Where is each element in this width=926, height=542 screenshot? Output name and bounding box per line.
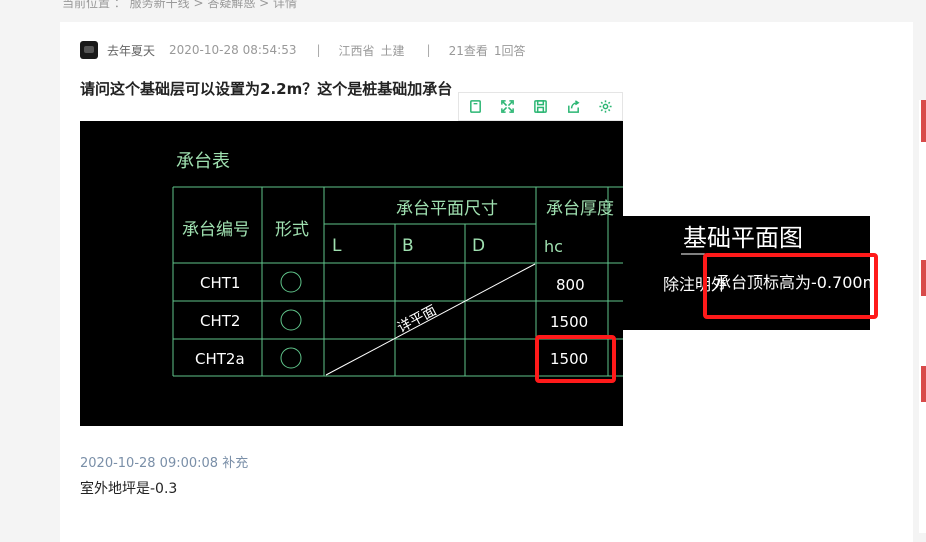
cad-header-form: 形式 [275, 220, 309, 240]
question-meta: 去年夏天 2020-10-28 08:54:53 | 江西省 土建 | 21查看… [80, 41, 526, 59]
location: 江西省 [338, 43, 375, 58]
cad-row-hc: 1500 [550, 313, 588, 331]
cad-header-size: 承台平面尺寸 [396, 199, 498, 219]
cad-header-l: L [332, 236, 342, 256]
share-icon[interactable] [562, 96, 584, 118]
post-time: 2020-10-28 08:54:53 [169, 43, 297, 57]
cad-diagonal-note: 详平面 [395, 303, 440, 337]
highlight-box-thickness [535, 335, 616, 383]
settings-icon[interactable] [595, 96, 617, 118]
save-icon[interactable] [529, 96, 551, 118]
cad-row-id: CHT1 [200, 274, 240, 292]
cad-header-d: D [472, 236, 485, 256]
overlay-title: 基础平面图 [683, 224, 803, 252]
side-marker [921, 100, 926, 142]
cad-row-id: CHT2 [200, 312, 240, 330]
cad-row-id: CHT2a [195, 350, 245, 368]
fullscreen-icon[interactable] [497, 96, 519, 118]
username-link[interactable]: 去年夏天 [107, 42, 155, 59]
question-title: 请问这个基础层可以设置为2.2m？这个是桩基础加承台 [80, 80, 453, 98]
bookmark-icon[interactable] [464, 96, 486, 118]
right-scroll-strip [919, 100, 926, 533]
meta-separator: | [426, 43, 431, 57]
image-toolbar [458, 92, 623, 121]
side-marker [921, 366, 926, 402]
avatar[interactable] [80, 41, 98, 59]
meta-separator: | [316, 43, 321, 57]
answer-count: 1回答 [493, 43, 526, 58]
highlight-box-elevation [703, 253, 878, 319]
cad-header-hc: hc [544, 237, 563, 256]
side-marker [921, 260, 926, 296]
supplement-time: 2020-10-28 09:00:08 补充 [80, 456, 249, 471]
view-count: 21查看 [448, 43, 488, 58]
cad-header-thickness: 承台厚度 [546, 199, 614, 219]
breadcrumb: 当前位置 ： 服务新干线 > 答疑解惑 > 详情 [62, 0, 297, 10]
cad-row-hc: 800 [556, 276, 585, 294]
cad-table-title: 承台表 [176, 151, 230, 172]
category: 土建 [380, 43, 405, 58]
cad-header-b: B [402, 236, 414, 256]
supplement-text: 室外地坪是-0.3 [80, 481, 178, 497]
cad-header-id: 承台编号 [182, 220, 250, 240]
